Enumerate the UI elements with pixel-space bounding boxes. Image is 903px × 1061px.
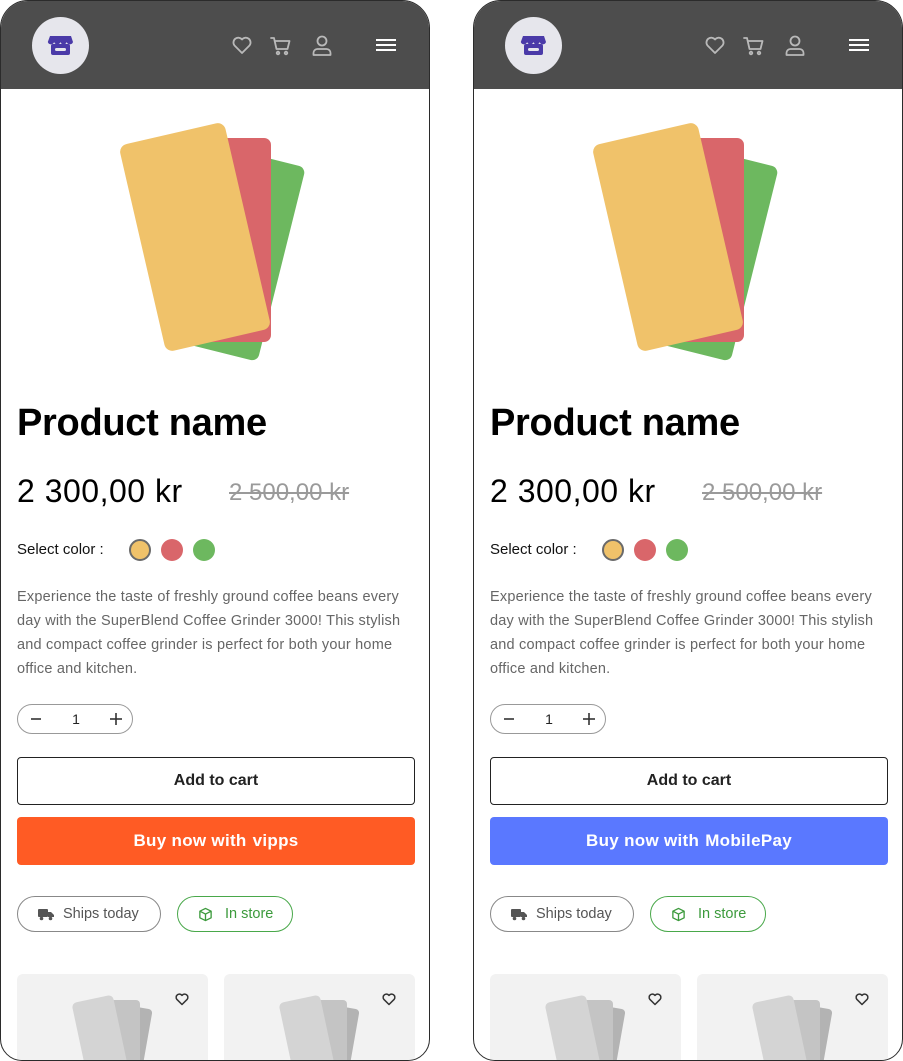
related-product-card[interactable] xyxy=(490,974,681,1060)
menu-icon[interactable] xyxy=(374,34,398,58)
store-logo-icon xyxy=(520,36,546,55)
product-title: Product name xyxy=(17,402,267,444)
in-store-label: In store xyxy=(225,906,274,922)
product-description: Experience the taste of freshly ground c… xyxy=(490,589,874,677)
menu-icon[interactable] xyxy=(847,34,871,58)
in-store-label: In store xyxy=(698,906,747,922)
product-price: 2 300,00 kr xyxy=(490,473,656,509)
quantity-stepper: 1 xyxy=(17,704,133,734)
truck-icon xyxy=(38,909,54,921)
heart-icon[interactable] xyxy=(381,991,397,1007)
color-swatch-red[interactable] xyxy=(634,539,656,561)
product-description: Experience the taste of freshly ground c… xyxy=(17,589,401,677)
original-price: 2 500,00 kr xyxy=(702,479,823,506)
plus-icon[interactable] xyxy=(581,711,597,727)
heart-icon[interactable] xyxy=(854,991,870,1007)
related-product-card[interactable] xyxy=(17,974,208,1060)
user-icon[interactable] xyxy=(783,33,807,57)
ships-today-badge: Ships today xyxy=(17,896,161,932)
select-color-label: Select color : xyxy=(490,541,577,558)
buy-now-label: Buy now with xyxy=(133,831,247,850)
cart-icon[interactable] xyxy=(742,33,766,57)
heart-icon[interactable] xyxy=(647,991,663,1007)
mobilepay-brand: MobilePay xyxy=(705,831,792,850)
add-to-cart-button[interactable]: Add to cart xyxy=(17,757,415,805)
color-swatch-green[interactable] xyxy=(666,539,688,561)
user-icon[interactable] xyxy=(310,33,334,57)
product-thumbnail xyxy=(279,995,359,1060)
product-thumbnail xyxy=(72,995,152,1060)
related-product-card[interactable] xyxy=(697,974,888,1060)
color-swatch-green[interactable] xyxy=(193,539,215,561)
truck-icon xyxy=(511,909,527,921)
ships-today-label: Ships today xyxy=(536,906,612,922)
quantity-stepper: 1 xyxy=(490,704,606,734)
phone-screen-vipps: Product name 2 300,00 kr 2 500,00 kr Sel… xyxy=(0,0,430,1061)
product-title: Product name xyxy=(490,402,740,444)
heart-icon[interactable] xyxy=(703,33,727,57)
store-logo[interactable] xyxy=(32,17,89,74)
color-swatch-yellow[interactable] xyxy=(129,539,151,561)
product-image xyxy=(593,123,778,361)
app-header xyxy=(474,1,902,89)
buy-now-label: Buy now with xyxy=(586,831,700,850)
ships-today-badge: Ships today xyxy=(490,896,634,932)
buy-now-vipps-button[interactable]: Buy now with vipps xyxy=(17,817,415,865)
phone-screen-mobilepay: Product name 2 300,00 kr 2 500,00 kr Sel… xyxy=(473,0,903,1061)
original-price: 2 500,00 kr xyxy=(229,479,350,506)
color-swatch-yellow[interactable] xyxy=(602,539,624,561)
in-store-badge: In store xyxy=(177,896,293,932)
buy-now-mobilepay-button[interactable]: Buy now with MobilePay xyxy=(490,817,888,865)
heart-icon[interactable] xyxy=(174,991,190,1007)
related-product-card[interactable] xyxy=(224,974,415,1060)
product-thumbnail xyxy=(752,995,832,1060)
select-color-label: Select color : xyxy=(17,541,104,558)
store-logo[interactable] xyxy=(505,17,562,74)
plus-icon[interactable] xyxy=(108,711,124,727)
heart-icon[interactable] xyxy=(230,33,254,57)
cart-icon[interactable] xyxy=(269,33,293,57)
product-thumbnail xyxy=(545,995,625,1060)
product-image xyxy=(120,123,305,361)
in-store-badge: In store xyxy=(650,896,766,932)
box-icon xyxy=(672,907,685,921)
ships-today-label: Ships today xyxy=(63,906,139,922)
box-icon xyxy=(199,907,212,921)
color-swatch-red[interactable] xyxy=(161,539,183,561)
product-price: 2 300,00 kr xyxy=(17,473,183,509)
app-header xyxy=(1,1,429,89)
store-logo-icon xyxy=(47,36,73,55)
vipps-brand: vipps xyxy=(252,831,299,850)
add-to-cart-button[interactable]: Add to cart xyxy=(490,757,888,805)
